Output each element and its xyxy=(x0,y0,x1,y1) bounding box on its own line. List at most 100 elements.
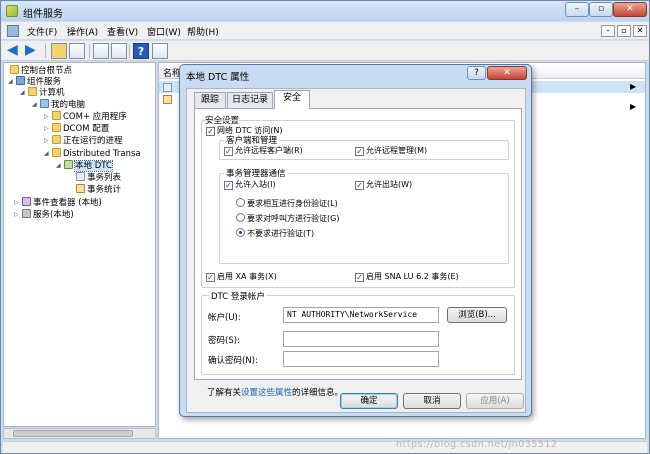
tree-node[interactable]: 控制台根节点 xyxy=(10,65,72,76)
tab-trace[interactable]: 跟踪 xyxy=(194,92,226,108)
allow-remote-admin-checkbox[interactable]: ✓ 允许远程管理(M) xyxy=(355,146,427,156)
checkbox-checked[interactable]: ✓ xyxy=(206,127,215,136)
collapse-icon[interactable]: ◢ xyxy=(44,148,52,159)
tree-node[interactable]: ◢ 组件服务 xyxy=(8,76,61,87)
browse-button[interactable]: 浏览(B)... xyxy=(447,307,507,323)
checkbox-checked[interactable]: ✓ xyxy=(224,147,233,156)
transaction-manager-communication-label: 事务管理器通信 xyxy=(224,167,288,179)
tree-horizontal-scrollbar[interactable] xyxy=(3,428,156,439)
checkbox-checked[interactable]: ✓ xyxy=(355,273,364,282)
up-folder-icon[interactable] xyxy=(51,43,67,59)
account-label: 帐户(U): xyxy=(208,313,241,323)
tree-node[interactable]: ▷ 服务(本地) xyxy=(14,209,74,220)
allow-outbound-checkbox[interactable]: ✓ 允许出站(W) xyxy=(355,180,412,190)
cancel-button[interactable]: 取消 xyxy=(403,393,461,409)
tree-node[interactable]: ◢ 计算机 xyxy=(20,87,65,98)
toolbar-separator xyxy=(89,44,90,58)
expand-icon[interactable]: ▷ xyxy=(44,135,52,146)
radio-selected[interactable] xyxy=(236,228,245,237)
dialog-title: 本地 DTC 属性 xyxy=(186,72,250,83)
ok-button[interactable]: 确定 xyxy=(340,393,398,409)
menu-view[interactable]: 查看(V) xyxy=(107,25,138,38)
help-icon[interactable]: ? xyxy=(133,43,149,59)
radio-unselected[interactable] xyxy=(236,198,245,207)
toolbar-separator xyxy=(129,44,130,58)
menu-window[interactable]: 窗口(W) xyxy=(147,25,181,38)
forward-arrow-icon[interactable]: ▶ xyxy=(25,43,41,59)
scrollbar-thumb[interactable] xyxy=(13,430,133,437)
expand-icon[interactable]: ▷ xyxy=(14,197,22,208)
back-arrow-icon[interactable]: ◀ xyxy=(7,43,23,59)
collapse-icon[interactable]: ◢ xyxy=(20,87,28,98)
incoming-auth-radio[interactable]: 要求对呼叫方进行验证(G) xyxy=(236,213,339,224)
toolbar: ◀ ▶ ? xyxy=(1,41,649,61)
expand-icon[interactable]: ▷ xyxy=(44,111,52,122)
expand-icon[interactable]: ▷ xyxy=(44,123,52,134)
collapse-icon[interactable]: ◢ xyxy=(56,160,64,171)
mmc-icon[interactable] xyxy=(7,25,19,37)
collapse-icon[interactable]: ◢ xyxy=(32,99,40,110)
chart-icon xyxy=(163,95,172,104)
menu-file[interactable]: 文件(F) xyxy=(27,25,57,38)
dtc-logon-account-label: DTC 登录帐户 xyxy=(209,290,267,302)
tree-node[interactable]: ◢ Distributed Transa xyxy=(44,148,141,159)
mutual-auth-radio[interactable]: 要求相互进行身份验证(L) xyxy=(236,198,338,209)
apply-button[interactable]: 应用(A) xyxy=(466,393,524,409)
radio-unselected[interactable] xyxy=(236,213,245,222)
show-action-pane-icon[interactable] xyxy=(152,43,168,59)
menu-help[interactable]: 帮助(H) xyxy=(187,25,219,38)
more-actions-arrow-icon[interactable]: ▶ xyxy=(630,102,636,111)
folder-icon xyxy=(52,111,61,120)
expand-icon[interactable]: ▷ xyxy=(14,209,22,220)
tab-security[interactable]: 安全 xyxy=(274,90,310,109)
dialog-help-button[interactable]: ? xyxy=(467,66,486,80)
dtc-icon xyxy=(64,160,73,169)
title-bar[interactable]: 组件服务 – ▫ ✕ xyxy=(1,1,649,21)
enable-sna-checkbox[interactable]: ✓ 启用 SNA LU 6.2 事务(E) xyxy=(355,272,459,282)
tree-node[interactable]: ▷ DCOM 配置 xyxy=(44,123,109,134)
info-link[interactable]: 设置这些属性 xyxy=(241,388,292,398)
export-list-icon[interactable] xyxy=(111,43,127,59)
list-icon xyxy=(76,172,85,181)
show-tree-icon[interactable] xyxy=(69,43,85,59)
tree-node[interactable]: ▷ COM+ 应用程序 xyxy=(44,111,127,122)
checkbox-checked[interactable]: ✓ xyxy=(355,181,364,190)
account-input[interactable]: NT AUTHORITY\NetworkService xyxy=(283,307,439,323)
tree-node[interactable]: ◢ 我的电脑 xyxy=(32,99,85,110)
properties-icon[interactable] xyxy=(93,43,109,59)
menu-action[interactable]: 操作(A) xyxy=(67,25,98,38)
toolbar-separator xyxy=(45,44,46,58)
dialog-close-button[interactable]: ✕ xyxy=(487,66,527,80)
collapse-icon[interactable]: ◢ xyxy=(8,76,16,87)
security-tab-panel: 安全设置 ✓ 网络 DTC 访问(N) 客户端和管理 ✓ 允许远程客户端(R) ✓ 允… xyxy=(194,108,522,380)
enable-xa-checkbox[interactable]: ✓ 启用 XA 事务(X) xyxy=(206,272,277,282)
tree-node[interactable]: ◢ 本地 DTC xyxy=(56,160,113,172)
mdi-close-button[interactable]: ✕ xyxy=(633,25,647,37)
mdi-restore-button[interactable]: ▫ xyxy=(617,25,631,37)
chart-icon xyxy=(76,184,85,193)
tree-node[interactable]: 事务列表 xyxy=(76,172,121,183)
component-icon xyxy=(16,76,25,85)
checkbox-checked[interactable]: ✓ xyxy=(206,273,215,282)
tab-logging[interactable]: 日志记录 xyxy=(227,92,273,108)
password-input[interactable] xyxy=(283,331,439,347)
minimize-button[interactable]: – xyxy=(565,2,589,17)
tree-node[interactable]: ▷ 正在运行的进程 xyxy=(44,135,123,146)
menu-bar: 文件(F) 操作(A) 查看(V) 窗口(W) 帮助(H) – ▫ ✕ xyxy=(1,22,649,40)
maximize-button[interactable]: ▫ xyxy=(589,2,613,17)
checkbox-checked[interactable]: ✓ xyxy=(355,147,364,156)
folder-icon xyxy=(10,65,19,74)
allow-remote-clients-checkbox[interactable]: ✓ 允许远程客户端(R) xyxy=(224,146,303,156)
no-auth-radio[interactable]: 不要求进行验证(T) xyxy=(236,228,314,239)
tree-node[interactable]: 事务统计 xyxy=(76,184,121,195)
checkbox-checked[interactable]: ✓ xyxy=(224,181,233,190)
tree-node[interactable]: ▷ 事件查看器 (本地) xyxy=(14,197,102,208)
more-actions-arrow-icon[interactable]: ▶ xyxy=(630,82,636,91)
allow-inbound-checkbox[interactable]: ✓ 允许入站(I) xyxy=(224,180,276,190)
local-dtc-properties-dialog: 本地 DTC 属性 ? ✕ 跟踪 日志记录 安全 安全设置 ✓ 网络 DTC 访问… xyxy=(179,64,532,417)
confirm-password-label: 确认密码(N): xyxy=(208,356,258,366)
close-button[interactable]: ✕ xyxy=(613,2,647,17)
mdi-minimize-button[interactable]: – xyxy=(601,25,615,37)
password-label: 密码(S): xyxy=(208,336,240,346)
confirm-password-input[interactable] xyxy=(283,351,439,367)
